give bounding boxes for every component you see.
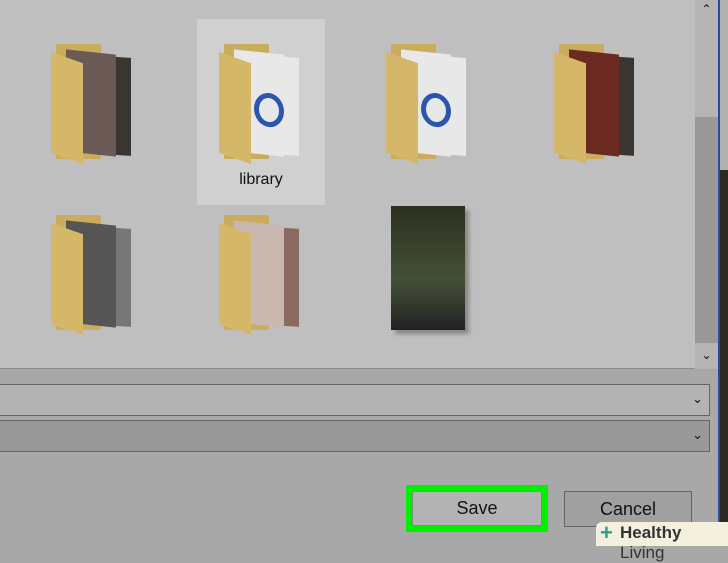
plus-icon: + [600,520,613,545]
folder-item[interactable] [532,19,660,205]
chevron-down-icon: ⌄ [692,427,703,442]
background-window-edge [718,0,728,546]
watermark: + Healthy Living [596,520,728,562]
file-type-dropdown[interactable]: ⌄ [0,420,710,452]
folder-item[interactable] [29,190,157,376]
scrollbar[interactable]: ⌃ ⌄ [695,0,718,369]
folder-item[interactable] [364,19,492,205]
folder-item[interactable] [29,19,157,205]
save-highlight: Save [406,485,548,532]
scroll-down-icon[interactable]: ⌄ [695,348,718,362]
folder-icon [219,44,309,164]
save-button[interactable]: Save [412,491,542,526]
file-name-dropdown[interactable]: ⌄ [0,384,710,416]
folder-item[interactable] [197,190,325,376]
folder-item-library[interactable]: library [197,19,325,205]
folder-label: library [239,171,283,188]
chevron-down-icon: ⌄ [692,391,703,406]
watermark-brand: Healthy [620,523,682,542]
scroll-up-icon[interactable]: ⌃ [695,2,718,16]
scrollbar-thumb[interactable] [695,117,718,343]
photo-item[interactable] [391,206,465,330]
file-list: library [0,0,695,369]
